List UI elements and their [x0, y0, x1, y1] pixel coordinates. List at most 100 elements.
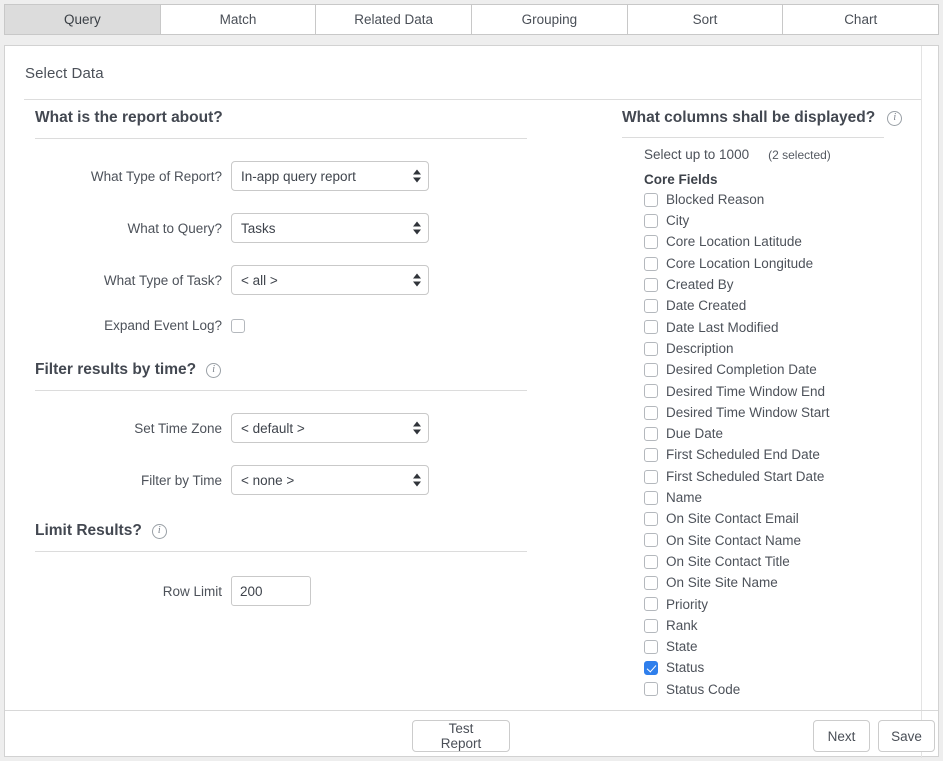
info-icon[interactable]: i [151, 523, 167, 539]
filter-by-time-select-wrap: < none > [231, 465, 429, 495]
column-checkbox[interactable] [644, 299, 658, 314]
column-label: On Site Contact Title [666, 553, 790, 569]
column-checkbox-item[interactable]: Core Location Longitude [644, 253, 922, 274]
column-checkbox[interactable] [644, 213, 658, 228]
column-checkbox[interactable] [644, 426, 658, 441]
column-checkbox-item[interactable]: First Scheduled Start Date [644, 466, 922, 487]
tab-query[interactable]: Query [4, 4, 161, 35]
column-checkbox-item[interactable]: Desired Time Window Start [644, 402, 922, 423]
info-icon[interactable]: i [206, 362, 222, 378]
selected-count-label: (2 selected) [768, 148, 831, 162]
column-checkbox[interactable] [644, 405, 658, 420]
column-checkbox-item[interactable]: Desired Time Window End [644, 381, 922, 402]
column-label: Date Created [666, 298, 747, 314]
info-icon[interactable]: i [887, 110, 903, 126]
task-type-select[interactable]: < all > [231, 265, 429, 295]
section-heading-label: Limit Results? [35, 522, 142, 539]
column-label: Name [666, 490, 703, 506]
expand-event-log-checkbox[interactable] [231, 318, 245, 333]
column-checkbox-item[interactable]: City [644, 210, 922, 231]
tab-label: Chart [844, 12, 878, 27]
column-label: Blocked Reason [666, 191, 765, 207]
save-button[interactable]: Save [878, 720, 935, 752]
column-checkbox-item[interactable]: Name [644, 487, 922, 508]
field-label: Set Time Zone [134, 420, 222, 436]
what-to-query-select[interactable]: Tasks [231, 213, 429, 243]
column-checkbox[interactable] [644, 639, 658, 654]
column-checkbox[interactable] [644, 469, 658, 484]
field-expand-event-log: Expand Event Log? [35, 318, 530, 333]
column-checkbox[interactable] [644, 320, 658, 335]
column-checkbox[interactable] [644, 192, 658, 207]
column-checkbox[interactable] [644, 341, 658, 356]
column-checkbox[interactable] [644, 256, 658, 271]
column-checkbox[interactable] [644, 384, 658, 399]
select-data-card: Select Data What is the report about? Wh… [4, 45, 939, 758]
column-checkbox-item[interactable]: Rank [644, 615, 922, 636]
title-divider [24, 99, 921, 100]
column-label: Priority [666, 596, 709, 612]
column-label: On Site Site Name [666, 575, 778, 591]
column-checkbox[interactable] [644, 682, 658, 697]
column-checkbox-item[interactable]: Date Last Modified [644, 317, 922, 338]
test-report-button[interactable]: Test Report [412, 720, 510, 752]
column-checkbox-list: Blocked Reason City Core Location Latitude… [644, 189, 922, 700]
field-report-type: What Type of Report? In-app query report [35, 161, 530, 191]
tab-label: Grouping [521, 12, 578, 27]
column-checkbox-item[interactable]: Date Created [644, 295, 922, 316]
page-title: Select Data [25, 65, 104, 82]
tab-grouping[interactable]: Grouping [472, 4, 628, 35]
column-checkbox[interactable] [644, 533, 658, 548]
column-checkbox-item[interactable]: On Site Contact Title [644, 551, 922, 572]
tab-chart[interactable]: Chart [783, 4, 940, 35]
column-checkbox-item[interactable]: On Site Site Name [644, 572, 922, 593]
field-filter-by-time: Filter by Time < none > [35, 465, 530, 495]
column-checkbox-item[interactable]: Blocked Reason [644, 189, 922, 210]
column-checkbox-item[interactable]: State [644, 636, 922, 657]
field-task-type: What Type of Task? < all > [35, 265, 530, 295]
left-column: What is the report about? What Type of R… [35, 109, 530, 606]
column-checkbox-item[interactable]: On Site Contact Email [644, 508, 922, 529]
field-label: Row Limit [162, 583, 222, 599]
column-checkbox[interactable] [644, 235, 658, 250]
column-checkbox-item[interactable]: Created By [644, 274, 922, 295]
column-checkbox[interactable] [644, 618, 658, 633]
column-checkbox-item[interactable]: Core Location Latitude [644, 232, 922, 253]
column-checkbox[interactable] [644, 512, 658, 527]
column-checkbox-item[interactable]: Description [644, 338, 922, 359]
column-checkbox[interactable] [644, 661, 658, 676]
column-checkbox-item[interactable]: Status Code [644, 679, 922, 700]
tab-related-data[interactable]: Related Data [316, 4, 473, 35]
tab-match[interactable]: Match [160, 4, 317, 35]
column-label: Desired Time Window End [666, 383, 826, 399]
column-checkbox-item[interactable]: Priority [644, 594, 922, 615]
column-checkbox[interactable] [644, 554, 658, 569]
section-filter-time-heading: Filter results by time? i [35, 361, 530, 379]
tab-sort[interactable]: Sort [627, 4, 784, 35]
next-button[interactable]: Next [813, 720, 870, 752]
column-checkbox[interactable] [644, 490, 658, 505]
time-zone-select[interactable]: < default > [231, 413, 429, 443]
column-checkbox[interactable] [644, 575, 658, 590]
report-builder-page: Query Match Related Data Grouping Sort Chart … [0, 0, 943, 761]
field-row-limit: Row Limit [35, 576, 530, 606]
field-label: What Type of Task? [103, 272, 222, 288]
row-limit-input[interactable] [231, 576, 311, 606]
field-label: What to Query? [127, 220, 222, 236]
column-checkbox[interactable] [644, 277, 658, 292]
task-type-select-wrap: < all > [231, 265, 429, 295]
column-checkbox-item[interactable]: Desired Completion Date [644, 359, 922, 380]
column-checkbox[interactable] [644, 363, 658, 378]
column-checkbox-item[interactable]: Status [644, 658, 922, 679]
column-checkbox[interactable] [644, 448, 658, 463]
column-checkbox-item[interactable]: Due Date [644, 423, 922, 444]
field-time-zone: Set Time Zone < default > [35, 413, 530, 443]
column-checkbox-item[interactable]: On Site Contact Name [644, 530, 922, 551]
section-report-about-heading: What is the report about? [35, 109, 530, 127]
column-checkbox[interactable] [644, 597, 658, 612]
report-type-select[interactable]: In-app query report [231, 161, 429, 191]
column-label: On Site Contact Email [666, 511, 799, 527]
filter-by-time-select[interactable]: < none > [231, 465, 429, 495]
column-label: Desired Time Window Start [666, 404, 830, 420]
column-checkbox-item[interactable]: First Scheduled End Date [644, 445, 922, 466]
